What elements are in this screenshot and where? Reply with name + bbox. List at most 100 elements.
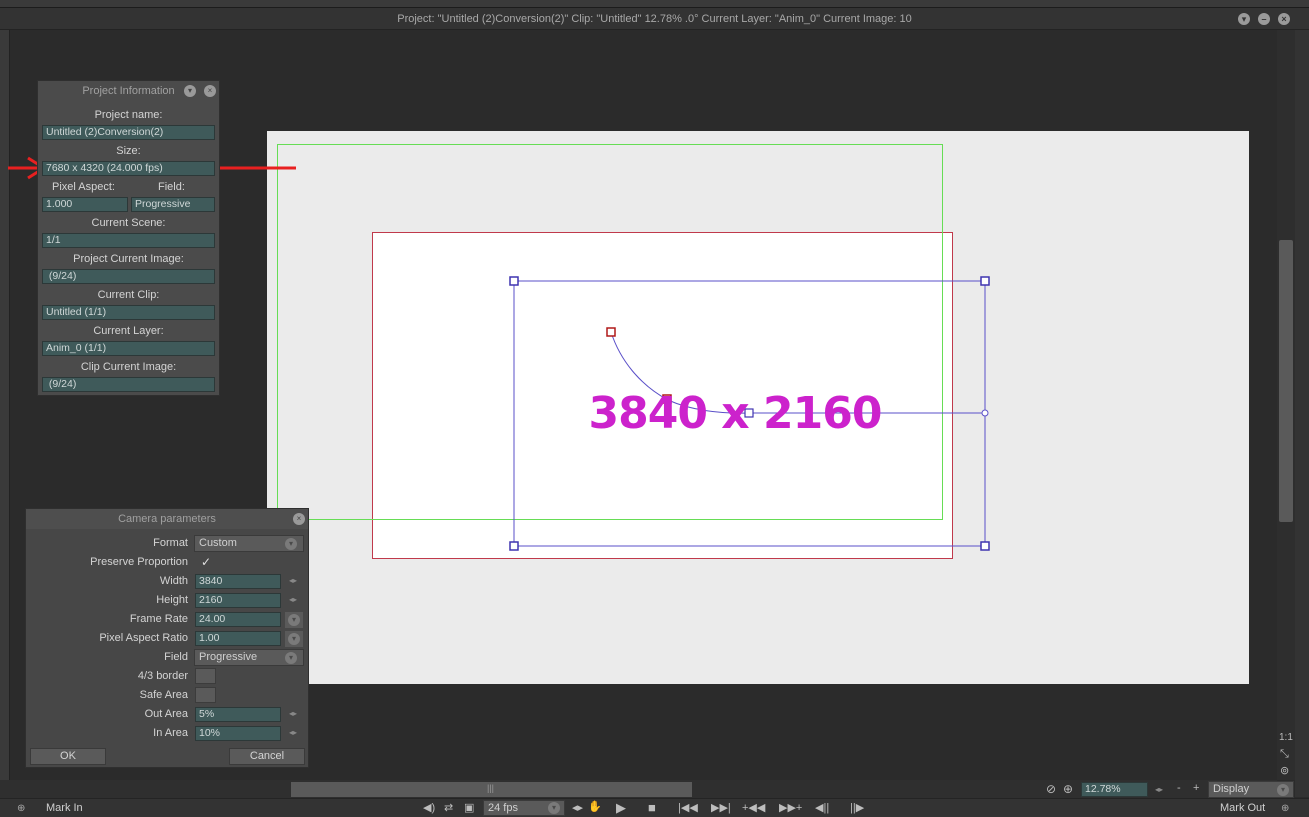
reset-view-icon[interactable]: ⊚	[1280, 764, 1289, 777]
display-select[interactable]: Display ▾	[1208, 781, 1294, 798]
project-name-label: Project name:	[94, 109, 163, 121]
chevron-down-icon: ▾	[288, 633, 300, 645]
cancel-button[interactable]: Cancel	[229, 748, 305, 765]
camera-handle-bottom-right	[980, 541, 990, 551]
frame-icon[interactable]: ▣	[464, 801, 474, 814]
frame-rate-dropdown[interactable]: ▾	[285, 612, 303, 628]
size-label: Size:	[116, 145, 141, 157]
prev-key-icon[interactable]: +◀◀	[742, 801, 765, 814]
preserve-proportion-label: Preserve Proportion	[90, 556, 188, 568]
in-area-input[interactable]: 10%	[195, 726, 281, 741]
fps-value: 24 fps	[488, 802, 518, 814]
safe-area-label: Safe Area	[139, 689, 188, 701]
chevron-down-icon: ▾	[1277, 784, 1289, 796]
project-name-field: Untitled (2)Conversion(2)	[42, 125, 215, 140]
play-icon[interactable]: ▶	[616, 800, 626, 816]
mark-in-label[interactable]: Mark In	[46, 802, 83, 814]
fit-diagonal-icon[interactable]: ⤡	[1280, 748, 1289, 761]
hand-icon[interactable]: ✋	[588, 800, 602, 813]
format-value: Custom	[199, 537, 237, 549]
stop-icon[interactable]: ■	[648, 800, 656, 815]
in-area-spinner-icon[interactable]: ◂▸	[289, 728, 297, 737]
mark-out-add-icon[interactable]: ⊕	[1281, 803, 1289, 814]
chevron-down-icon: ▾	[285, 538, 297, 550]
height-input[interactable]: 2160	[195, 593, 281, 608]
format-label: Format	[153, 537, 188, 549]
camera-rotate-handle	[981, 409, 989, 417]
mark-out-label[interactable]: Mark Out	[1220, 802, 1265, 814]
panel-title: Camera parameters	[26, 509, 308, 529]
project-current-image-label: Project Current Image:	[73, 253, 184, 265]
ok-button[interactable]: OK	[30, 748, 106, 765]
zoom-spinner-icon[interactable]: ◂▸	[1155, 785, 1163, 794]
canvas-resolution-label: 3840 x 2160	[588, 388, 883, 439]
zoom-reset-icon[interactable]: ⊘	[1046, 782, 1056, 796]
frame-rate-input[interactable]: 24.00	[195, 612, 281, 627]
go-to-start-icon[interactable]: |◀◀	[678, 801, 698, 814]
in-area-label: In Area	[153, 727, 188, 739]
pixel-aspect-field: 1.000	[42, 197, 128, 212]
project-information-panel: Project Information ▾ × Project name: Un…	[37, 80, 220, 396]
clip-current-image-label: Clip Current Image:	[80, 361, 177, 373]
current-layer-field: Anim_0 (1/1)	[42, 341, 215, 356]
next-key-icon[interactable]: ▶▶+	[779, 801, 802, 814]
mark-in-add-icon[interactable]: ⊕	[17, 803, 25, 814]
chevron-down-icon: ▾	[548, 802, 560, 814]
current-clip-field: Untitled (1/1)	[42, 305, 215, 320]
prev-frame-icon[interactable]: ◀||	[815, 801, 829, 814]
fps-select[interactable]: 24 fps ▾	[483, 800, 565, 816]
project-current-image-field: (9/24)	[42, 269, 215, 284]
preserve-proportion-checkbox[interactable]: ✓	[201, 555, 211, 569]
chevron-down-icon: ▾	[285, 652, 297, 664]
path-key-start	[606, 327, 616, 337]
field-field: Progressive	[131, 197, 215, 212]
width-label: Width	[159, 575, 188, 587]
pixel-aspect-ratio-label: Pixel Aspect Ratio	[99, 632, 188, 644]
scroll-grip-icon: |||	[487, 783, 495, 793]
field-value: Progressive	[199, 651, 258, 663]
current-scene-field: 1/1	[42, 233, 215, 248]
pan-center-icon[interactable]: ⊕	[1063, 782, 1073, 796]
field-label: Field	[164, 651, 188, 663]
current-scene-label: Current Scene:	[91, 217, 166, 229]
out-area-spinner-icon[interactable]: ◂▸	[289, 709, 297, 718]
field-select[interactable]: Progressive ▾	[194, 649, 304, 666]
out-area-input[interactable]: 5%	[195, 707, 281, 722]
format-select[interactable]: Custom ▾	[194, 535, 304, 552]
pixel-aspect-ratio-input[interactable]: 1.00	[195, 631, 281, 646]
width-spinner-icon[interactable]: ◂▸	[289, 576, 297, 585]
pixel-aspect-ratio-dropdown[interactable]: ▾	[285, 631, 303, 647]
loop-icon[interactable]: ⇄	[444, 801, 453, 814]
zoom-in-button[interactable]: +	[1193, 782, 1199, 794]
height-label: Height	[156, 594, 188, 606]
size-field: 7680 x 4320 (24.000 fps)	[42, 161, 215, 176]
display-value: Display	[1213, 783, 1250, 795]
width-input[interactable]: 3840	[195, 574, 281, 589]
camera-parameters-panel: Camera parameters × Format Custom ▾ Pres…	[25, 508, 309, 768]
chevron-down-icon: ▾	[288, 614, 300, 626]
border-43-label: 4/3 border	[137, 670, 188, 682]
camera-handle-top-right	[980, 276, 990, 286]
height-spinner-icon[interactable]: ◂▸	[289, 595, 297, 604]
sound-icon[interactable]: ◀)	[423, 801, 435, 814]
pixel-aspect-label: Pixel Aspect:	[52, 181, 115, 193]
go-to-end-icon[interactable]: ▶▶|	[711, 801, 731, 814]
next-frame-icon[interactable]: ||▶	[850, 801, 864, 814]
frame-rate-label: Frame Rate	[129, 613, 188, 625]
close-panel-icon[interactable]: ×	[293, 513, 305, 525]
zoom-input[interactable]: 12.78%	[1081, 782, 1148, 797]
field-label: Field:	[158, 181, 185, 193]
camera-handle-top-left	[509, 276, 519, 286]
zoom-out-button[interactable]: -	[1177, 782, 1181, 794]
speed-spinner-icon[interactable]: ◂▸	[572, 801, 583, 814]
camera-handle-bottom-left	[509, 541, 519, 551]
border-43-checkbox[interactable]	[195, 668, 216, 684]
safe-area-checkbox[interactable]	[195, 687, 216, 703]
current-clip-label: Current Clip:	[97, 289, 160, 301]
current-layer-label: Current Layer:	[93, 325, 164, 337]
ratio-button[interactable]: 1:1	[1279, 732, 1293, 743]
clip-current-image-field: (9/24)	[42, 377, 215, 392]
close-panel-icon[interactable]: ×	[204, 85, 216, 97]
out-area-label: Out Area	[144, 708, 188, 720]
collapse-panel-icon[interactable]: ▾	[184, 85, 196, 97]
